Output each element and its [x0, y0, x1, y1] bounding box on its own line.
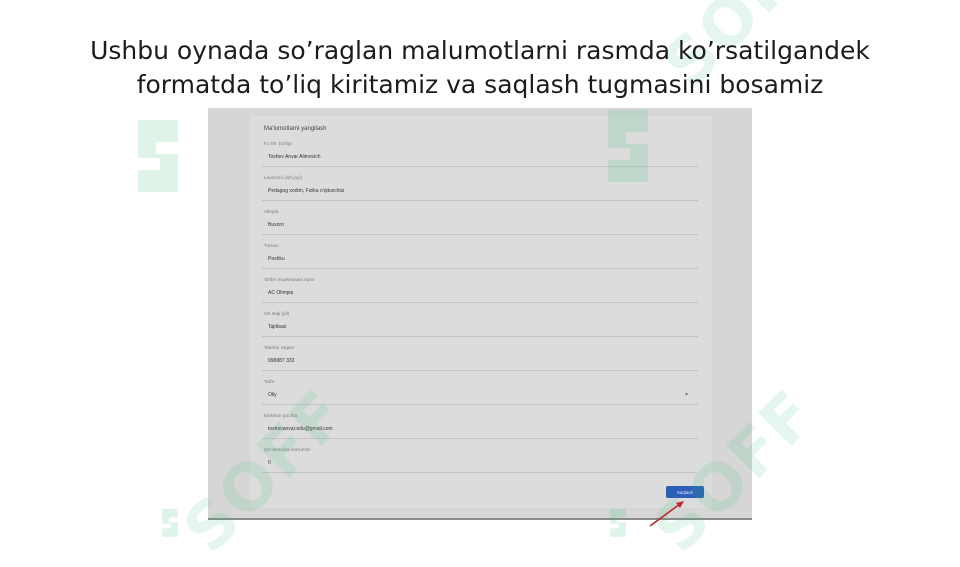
chevron-down-icon: ▾	[684, 392, 688, 398]
field-label: Ta'lim muassasasi nomi	[264, 278, 315, 283]
watermark-logo-icon	[138, 120, 178, 192]
form-heading: Ma'lumotlarni yangilash	[264, 126, 327, 132]
field-value: Pedagog xodim, Fizika o'qituvchisi	[268, 188, 345, 194]
position-input[interactable]: Pedagog xodim, Fizika o'qituvchisi	[262, 183, 698, 201]
profile-form: Ma'lumotlarni yangilash F.I.Sh. (to'liq)…	[250, 116, 712, 508]
slide-title-line-1: Ushbu oynada so’raglan malumotlarni rasm…	[90, 36, 870, 65]
field-label: Qo'shimcha ma'lumot	[264, 448, 310, 453]
field-value: Tajribasi	[268, 324, 287, 330]
field-label: Toifa	[264, 380, 275, 385]
field-value: 998887 333	[268, 358, 295, 364]
field-label: F.I.Sh. (to'liq)	[264, 142, 292, 147]
slide-title-line-2: formatda to’liq kiritamiz va saqlash tug…	[136, 70, 824, 99]
field-label: Elektron pochta	[264, 414, 298, 419]
category-select[interactable]: Oliy ▾	[262, 387, 698, 405]
field-label: Telefon raqam	[264, 346, 295, 351]
institution-input[interactable]: AC Olimpia	[262, 285, 698, 303]
field-value: Peshku	[268, 256, 285, 262]
region-input[interactable]: Buxoro	[262, 217, 698, 235]
field-value: AC Olimpia	[268, 290, 294, 296]
field-value: Buxoro	[268, 222, 284, 228]
field-label: Ish staji (yil)	[264, 312, 290, 317]
district-input[interactable]: Peshku	[262, 251, 698, 269]
screenshot-bottom-border	[208, 518, 752, 520]
phone-input[interactable]: 998887 333	[262, 353, 698, 371]
fullname-input[interactable]: Toshev Anvar Alimovich	[262, 149, 698, 167]
field-value: 0	[268, 460, 271, 466]
watermark-logo-icon	[162, 508, 178, 537]
slide-title: Ushbu oynada so’raglan malumotlarni rasm…	[40, 34, 920, 102]
save-button[interactable]: Saqlash	[666, 486, 704, 498]
field-label: Lavozimi (ish joyi)	[264, 176, 303, 181]
field-value: toshevanvar.edu@gmail.com	[268, 426, 333, 432]
experience-input[interactable]: Tajribasi	[262, 319, 698, 337]
field-value: Oliy	[268, 392, 277, 398]
field-value: Toshev Anvar Alimovich	[268, 154, 321, 160]
field-label: Tuman	[264, 244, 279, 249]
extra-input[interactable]: 0	[262, 455, 698, 473]
email-input[interactable]: toshevanvar.edu@gmail.com	[262, 421, 698, 439]
field-label: Viloyat	[264, 210, 279, 215]
